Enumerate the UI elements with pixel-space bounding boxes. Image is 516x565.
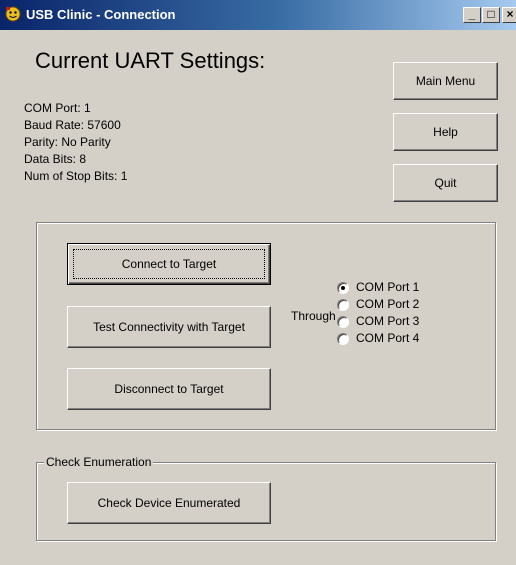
help-button[interactable]: Help [393, 113, 498, 151]
page-title: Current UART Settings: [35, 48, 266, 73]
through-label: Through [291, 309, 336, 323]
com-port-label: COM Port: 1 [24, 101, 91, 115]
window-title: USB Clinic - Connection [26, 7, 176, 22]
main-menu-button[interactable]: Main Menu [393, 62, 498, 100]
selected-dot-icon [341, 286, 345, 290]
connect-to-target-button[interactable]: Connect to Target [67, 243, 271, 285]
title-bar[interactable]: USB Clinic - Connection _ □ × [0, 0, 516, 30]
data-bits-label: Data Bits: 8 [24, 152, 87, 166]
test-connectivity-button[interactable]: Test Connectivity with Target [67, 306, 271, 348]
com-port-1-radio[interactable] [337, 282, 349, 294]
parity-label: Parity: No Parity [24, 135, 111, 149]
usb-clinic-app-icon [5, 6, 21, 22]
com-port-4-radio[interactable] [337, 333, 349, 345]
focus-rectangle [73, 249, 265, 279]
maximize-button[interactable]: □ [482, 7, 500, 23]
check-device-enumerated-button[interactable]: Check Device Enumerated [67, 482, 271, 524]
check-enumeration-label: Check Enumeration [44, 455, 154, 469]
close-button[interactable]: × [502, 7, 516, 23]
com-port-3-radio[interactable] [337, 316, 349, 328]
com-port-2-label[interactable]: COM Port 2 [356, 297, 419, 311]
connection-window: USB Clinic - Connection _ □ × Current UA… [0, 0, 516, 565]
com-port-1-label[interactable]: COM Port 1 [356, 280, 419, 294]
com-port-4-label[interactable]: COM Port 4 [356, 331, 419, 345]
com-port-3-label[interactable]: COM Port 3 [356, 314, 419, 328]
com-port-2-radio[interactable] [337, 299, 349, 311]
quit-button[interactable]: Quit [393, 164, 498, 202]
minimize-button[interactable]: _ [463, 7, 481, 23]
stop-bits-label: Num of Stop Bits: 1 [24, 169, 128, 183]
baud-rate-label: Baud Rate: 57600 [24, 118, 121, 132]
disconnect-from-target-button[interactable]: Disconnect to Target [67, 368, 271, 410]
